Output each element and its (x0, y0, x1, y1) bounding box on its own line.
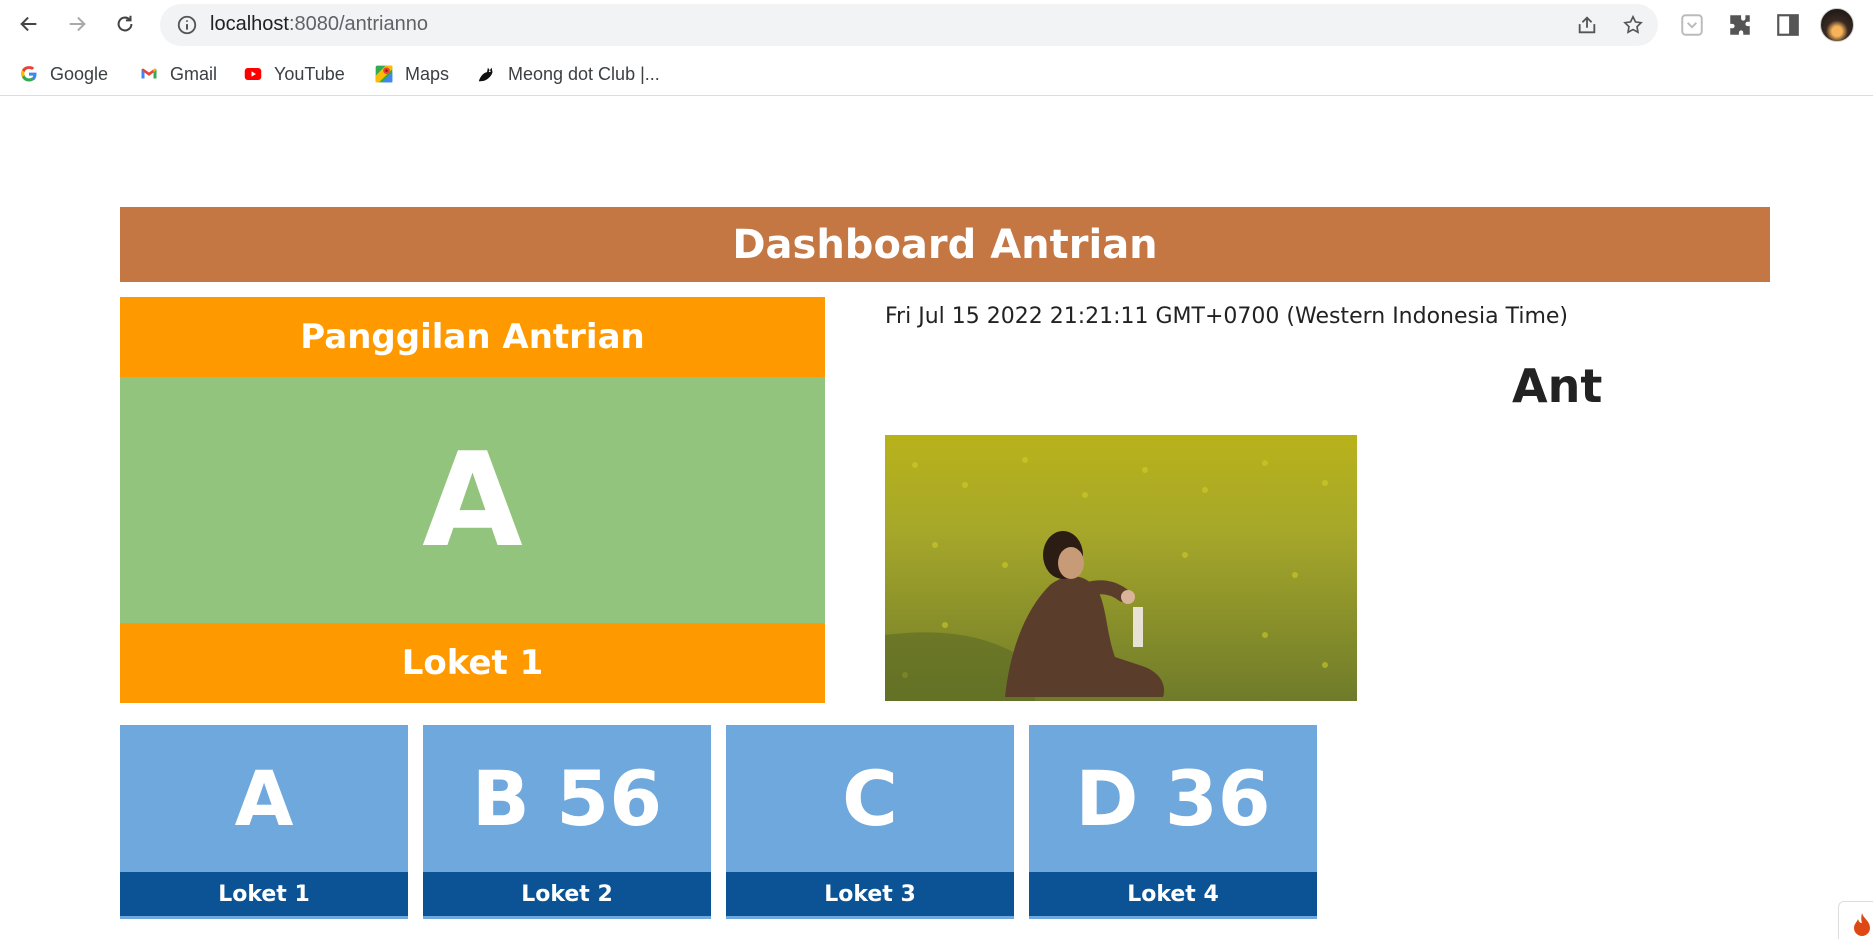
bookmark-label: Maps (405, 63, 450, 84)
counter-number: C (842, 754, 898, 843)
youtube-icon (242, 63, 264, 85)
bookmark-label: YouTube (274, 63, 345, 84)
debug-toolbar-toggle[interactable] (1838, 901, 1873, 939)
page-title: Dashboard Antrian (732, 221, 1158, 268)
bookmark-gmail[interactable]: Gmail (138, 60, 217, 88)
dashboard-title-bar: Dashboard Antrian (120, 207, 1770, 282)
counter-label: Loket 1 (218, 881, 310, 907)
bookmark-maps[interactable]: Maps (373, 60, 449, 88)
counter-label: Loket 2 (521, 881, 613, 907)
flame-icon (1854, 913, 1870, 936)
cat-icon (476, 63, 498, 85)
bookmark-star-icon[interactable] (1622, 14, 1644, 36)
counter-card-3: C Loket 3 (726, 725, 1014, 919)
current-counter-label: Loket 1 (401, 643, 544, 683)
current-queue-number: A (422, 424, 523, 576)
bookmark-meong[interactable]: Meong dot Club |... (476, 60, 660, 88)
call-panel-title: Panggilan Antrian (300, 317, 645, 357)
bookmark-label: Gmail (170, 63, 218, 84)
call-panel-footer: Loket 1 (120, 623, 825, 703)
back-button[interactable] (12, 7, 46, 41)
counter-label: Loket 3 (824, 881, 916, 907)
counter-label-box: Loket 3 (726, 872, 1014, 919)
bookmarks-bar: Google Gmail YouTube Maps Meong dot Club… (0, 52, 1873, 96)
bookmark-youtube[interactable]: YouTube (242, 60, 345, 88)
forward-button[interactable] (60, 7, 94, 41)
counter-number-box: B 56 (423, 725, 711, 872)
info-icon[interactable] (176, 14, 198, 36)
gmail-icon (138, 63, 160, 85)
arrow-right-icon (69, 16, 86, 32)
page-content: Dashboard Antrian Panggilan Antrian A Lo… (0, 97, 1873, 939)
video-animation (885, 435, 1357, 701)
reload-icon (117, 15, 133, 32)
counter-number: A (234, 754, 294, 843)
counter-number-box: C (726, 725, 1014, 872)
counter-card-4: D 36 Loket 4 (1029, 725, 1317, 919)
url-text: localhost:8080/antrianno (210, 13, 428, 35)
counter-card-1: A Loket 1 (120, 725, 408, 919)
counter-number-box: D 36 (1029, 725, 1317, 872)
address-bar[interactable]: localhost:8080/antrianno (160, 4, 1658, 46)
bookmark-label: Meong dot Club |... (508, 63, 660, 84)
call-panel-number-box: A (120, 377, 825, 623)
counter-label-box: Loket 2 (423, 872, 711, 919)
bookmark-google[interactable]: Google (18, 60, 108, 88)
counter-number-box: A (120, 725, 408, 872)
counter-number: B 56 (471, 754, 663, 843)
google-icon (18, 63, 40, 85)
arrow-left-icon (20, 16, 37, 32)
extensions-puzzle-icon[interactable] (1727, 12, 1753, 38)
bookmark-label: Google (50, 63, 109, 84)
counter-label-box: Loket 4 (1029, 872, 1317, 919)
pocket-extension-icon[interactable] (1679, 12, 1705, 38)
scrolling-marquee-text: Ant (1512, 359, 1603, 413)
counter-label: Loket 4 (1127, 881, 1219, 907)
share-icon[interactable] (1576, 14, 1598, 36)
profile-avatar[interactable] (1820, 8, 1854, 42)
counter-label-box: Loket 1 (120, 872, 408, 919)
counter-card-2: B 56 Loket 2 (423, 725, 711, 919)
maps-icon (373, 63, 395, 85)
reload-button[interactable] (108, 7, 142, 41)
field-image-icon (885, 435, 1357, 701)
call-panel-header: Panggilan Antrian (120, 297, 825, 377)
counter-number: D 36 (1075, 754, 1271, 843)
browser-toolbar: localhost:8080/antrianno (0, 0, 1873, 50)
current-datetime: Fri Jul 15 2022 21:21:11 GMT+0700 (Weste… (885, 304, 1568, 329)
side-panel-icon[interactable] (1775, 12, 1801, 38)
